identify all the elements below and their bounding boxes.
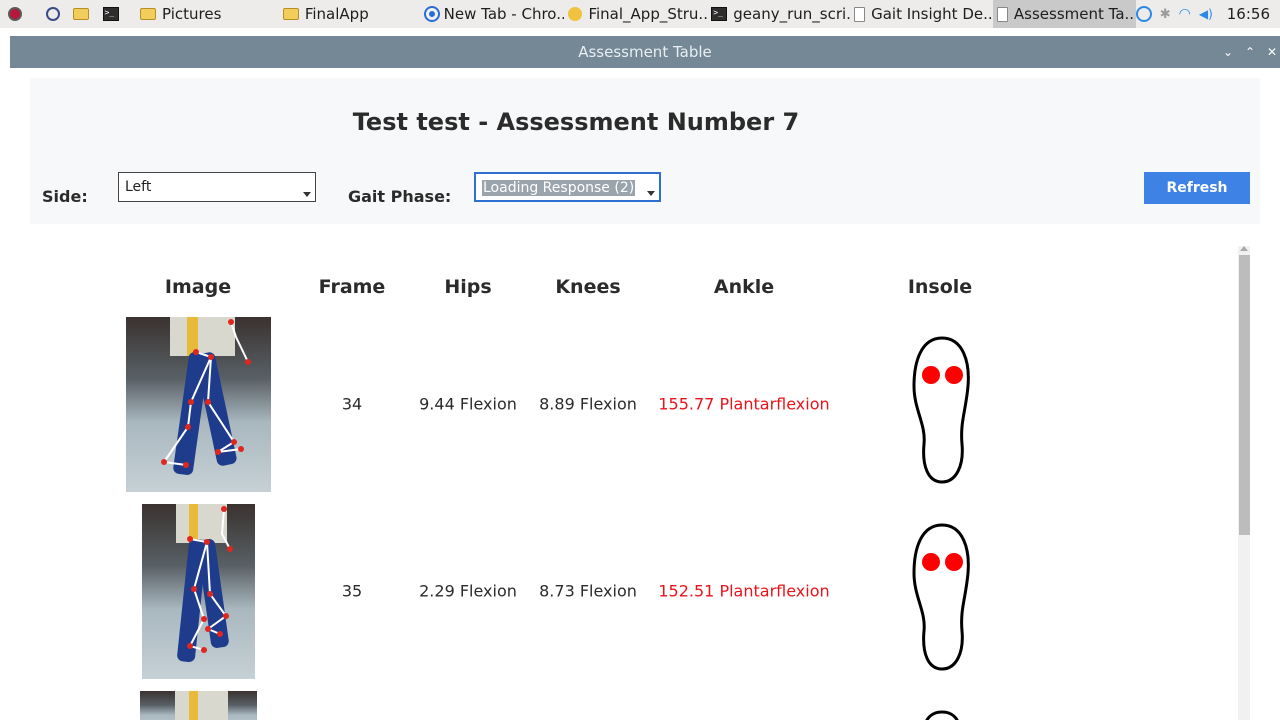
column-header-hips: Hips — [444, 276, 492, 298]
taskbar-item-new-tab[interactable]: New Tab - Chro.. — [422, 0, 564, 28]
knees-cell: 8.89 Flexion — [539, 394, 637, 414]
raspberry-menu-icon[interactable] — [0, 0, 32, 28]
clock[interactable]: 16:56 — [1227, 5, 1270, 23]
maximize-icon[interactable]: ⌃ — [1244, 45, 1256, 59]
window-titlebar[interactable]: Assessment Table ⌄ ⌃ ✕ — [10, 36, 1280, 68]
pose-frame-image — [142, 504, 255, 679]
scroll-up-arrow-icon[interactable] — [1240, 246, 1248, 251]
taskbar-item-gait-insight[interactable]: Gait Insight De.. — [850, 0, 993, 28]
window-controls: ⌄ ⌃ ✕ — [1222, 36, 1280, 68]
taskbar: Pictures FinalApp New Tab - Chro.. Final… — [0, 0, 1280, 28]
folder-icon — [140, 8, 157, 20]
insole-pressure-image — [925, 710, 959, 720]
folder-icon — [282, 8, 299, 20]
insole-pressure-image — [912, 336, 970, 484]
column-header-knees: Knees — [555, 276, 621, 298]
dropdown-arrow-icon — [303, 192, 311, 197]
column-header-insole: Insole — [907, 276, 973, 298]
minimize-icon[interactable]: ⌄ — [1222, 45, 1234, 59]
vertical-scrollbar[interactable] — [1238, 246, 1250, 720]
frame-cell: 35 — [341, 581, 363, 601]
terminal-icon — [711, 7, 728, 21]
web-browser-icon[interactable] — [32, 0, 70, 28]
side-label: Side: — [42, 187, 88, 206]
hips-cell: 9.44 Flexion — [419, 394, 517, 414]
filter-panel: Test test - Assessment Number 7 Side: Le… — [30, 78, 1260, 224]
bluetooth-icon[interactable]: ✱ — [1160, 7, 1171, 22]
taskbar-item-finalapp[interactable]: FinalApp — [279, 0, 422, 28]
window-content: Test test - Assessment Number 7 Side: Le… — [10, 68, 1280, 720]
refresh-button[interactable]: Refresh — [1144, 172, 1250, 204]
side-select-value: Left — [125, 179, 152, 195]
close-icon[interactable]: ✕ — [1266, 45, 1278, 59]
ankle-cell: 155.77 Plantarflexion — [658, 394, 830, 414]
insole-pressure-image — [912, 523, 970, 671]
window-icon — [854, 6, 866, 22]
taskbar-item-final-app-structure[interactable]: Final_App_Stru.. — [564, 0, 707, 28]
taskbar-item-pictures[interactable]: Pictures — [136, 0, 279, 28]
updates-icon[interactable] — [1135, 6, 1152, 22]
page-title: Test test - Assessment Number 7 — [352, 108, 800, 136]
assessment-table: Image Frame Hips Knees Ankle Insole 34 9… — [10, 246, 1238, 720]
frame-cell: 34 — [341, 394, 363, 414]
dropdown-arrow-icon — [647, 191, 655, 196]
system-tray: ✱ ◠ ◀) 16:56 — [1135, 5, 1280, 23]
pose-frame-image — [126, 317, 271, 492]
column-header-image: Image — [164, 276, 232, 298]
knees-cell: 8.73 Flexion — [539, 581, 637, 601]
taskbar-item-geany-run-script[interactable]: geany_run_scri.. — [707, 0, 850, 28]
window-title: Assessment Table — [578, 43, 712, 61]
chromium-icon — [425, 8, 438, 20]
hips-cell: 2.29 Flexion — [419, 581, 517, 601]
volume-icon[interactable]: ◀) — [1199, 7, 1213, 21]
terminal-icon[interactable] — [99, 0, 128, 28]
column-header-ankle: Ankle — [713, 276, 775, 298]
side-select[interactable]: Left — [118, 172, 316, 202]
ankle-cell: 152.51 Plantarflexion — [658, 581, 830, 601]
column-header-frame: Frame — [318, 276, 386, 298]
gait-phase-select[interactable]: Loading Response (2) — [474, 172, 661, 202]
gait-phase-select-value: Loading Response (2) — [482, 180, 636, 196]
gait-phase-label: Gait Phase: — [348, 187, 452, 206]
pose-frame-image — [140, 691, 257, 720]
assessment-table-window: Assessment Table ⌄ ⌃ ✕ Test test - Asses… — [10, 36, 1280, 720]
window-icon — [996, 6, 1008, 22]
wifi-icon[interactable]: ◠ — [1179, 6, 1191, 22]
document-viewer-icon — [568, 7, 583, 21]
file-manager-icon[interactable] — [69, 0, 98, 28]
scrollbar-thumb[interactable] — [1239, 255, 1250, 535]
taskbar-item-assessment-table[interactable]: Assessment Ta.. — [992, 0, 1136, 28]
